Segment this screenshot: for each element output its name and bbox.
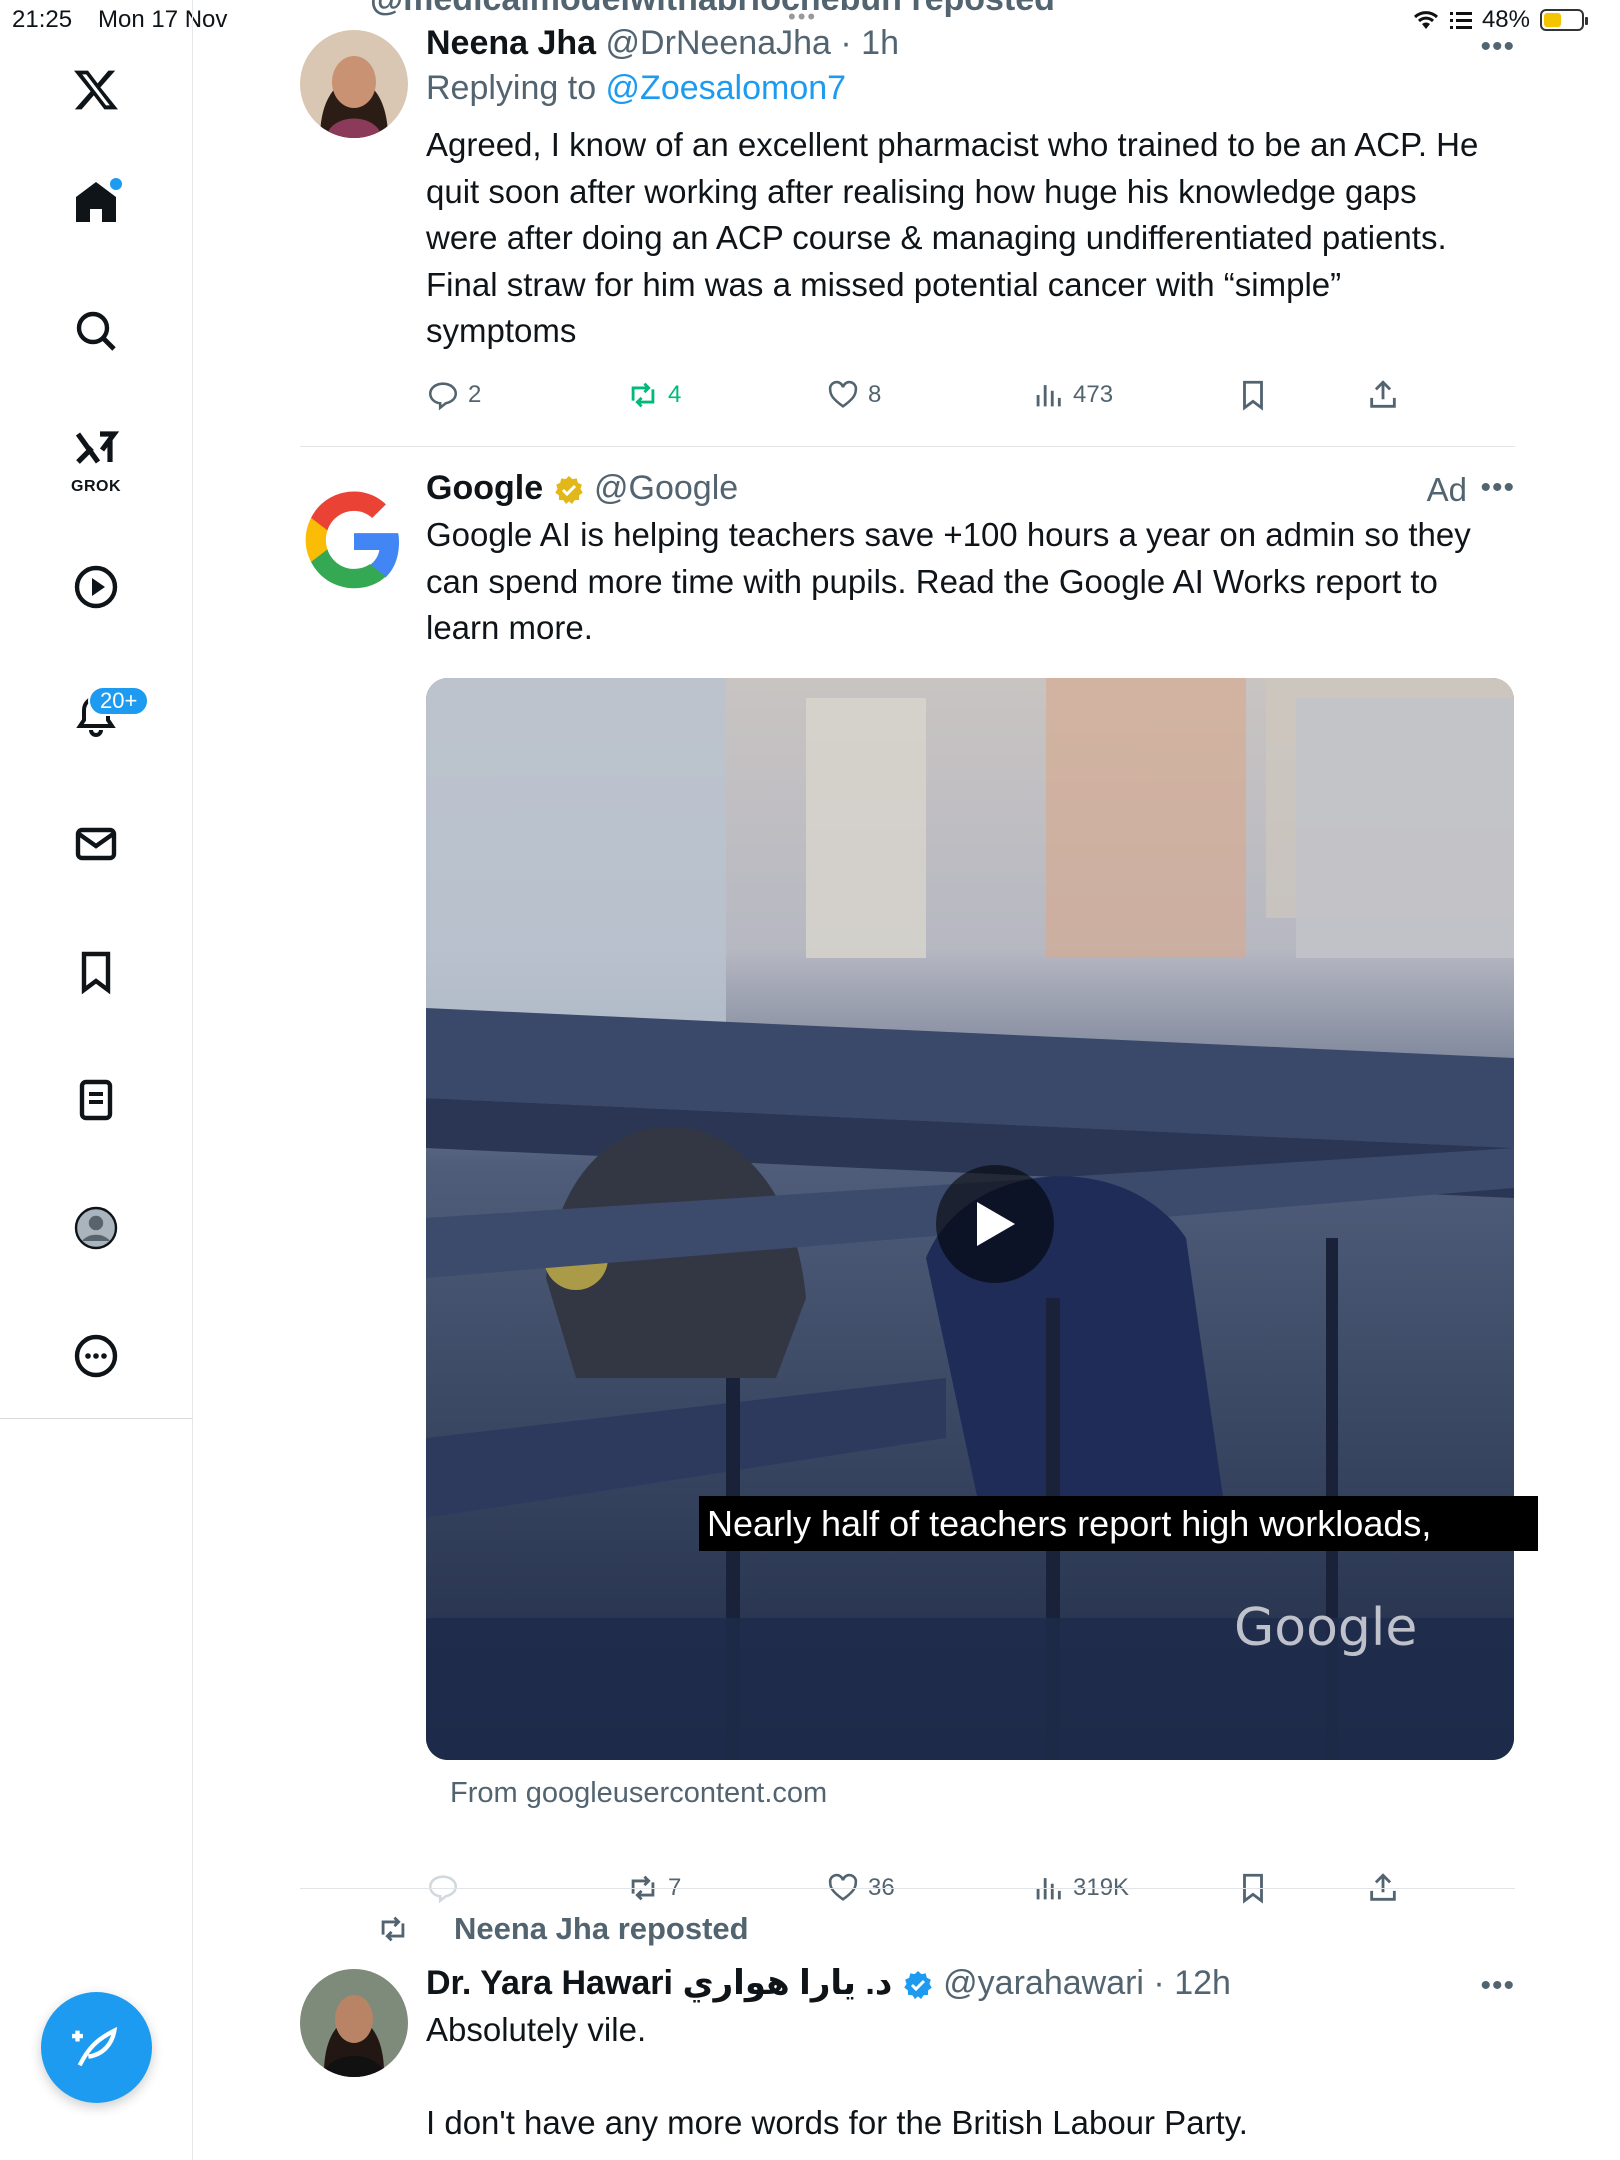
post-text-line: quit soon after working after realising … bbox=[426, 172, 1417, 210]
post-neena-jha[interactable]: Neena Jha @DrNeenaJha · 1h Replying to @… bbox=[300, 0, 1515, 447]
home-unread-dot bbox=[110, 178, 122, 190]
media-source[interactable]: From googleusercontent.com bbox=[450, 1777, 827, 1810]
author-handle[interactable]: @Google bbox=[594, 469, 738, 507]
video-play-icon[interactable] bbox=[66, 557, 126, 617]
post-time[interactable]: 1h bbox=[861, 24, 899, 62]
post-author-line: Neena Jha @DrNeenaJha · 1h bbox=[426, 24, 1514, 63]
repost-header: Neena Jha reposted bbox=[376, 1911, 749, 1947]
lists-icon[interactable] bbox=[66, 1070, 126, 1130]
author-name[interactable]: Neena Jha bbox=[426, 24, 596, 62]
post-more-icon[interactable]: ••• bbox=[1480, 30, 1515, 64]
post-text-line: I don't have any more words for the Brit… bbox=[426, 2103, 1248, 2141]
ad-label: Ad bbox=[1426, 471, 1467, 508]
meta-separator: · bbox=[1143, 1964, 1175, 2002]
author-name[interactable]: Dr. Yara Hawari د. يارا هواري bbox=[426, 1964, 892, 2002]
post-text: Absolutely vile. I don't have any more w… bbox=[426, 2007, 1514, 2146]
video-caption: Nearly half of teachers report high work… bbox=[699, 1496, 1538, 1551]
views-button[interactable]: 473 bbox=[1031, 378, 1113, 412]
reply-button[interactable]: 2 bbox=[426, 378, 481, 412]
post-text: Agreed, I know of an excellent pharmacis… bbox=[426, 122, 1514, 355]
repost-button[interactable]: 4 bbox=[626, 378, 681, 412]
post-text-line: Google AI is helping teachers save +100 … bbox=[426, 516, 1471, 553]
compose-post-button[interactable] bbox=[41, 1992, 152, 2103]
battery-icon bbox=[1540, 9, 1588, 31]
x-logo-icon[interactable] bbox=[66, 60, 126, 120]
share-button[interactable] bbox=[1366, 378, 1400, 412]
author-handle[interactable]: @yarahawari bbox=[943, 1964, 1144, 2002]
replying-to-link[interactable]: @Zoesalomon7 bbox=[606, 69, 847, 107]
heart-icon bbox=[828, 380, 858, 408]
avatar-yara-hawari[interactable] bbox=[300, 1969, 408, 2077]
views-count: 473 bbox=[1073, 381, 1114, 408]
home-icon[interactable] bbox=[66, 172, 126, 232]
post-author-line: Google @Google bbox=[426, 469, 1514, 508]
views-chart-icon bbox=[1036, 385, 1061, 407]
post-text-line: Absolutely vile. bbox=[426, 2011, 647, 2048]
video-watermark: Google bbox=[1234, 1598, 1418, 1658]
post-more-icon[interactable]: ••• bbox=[1480, 471, 1515, 505]
grok-icon[interactable] bbox=[66, 420, 126, 480]
replying-to-line: Replying to @Zoesalomon7 bbox=[426, 69, 1514, 108]
post-text-line: learn more. bbox=[426, 609, 593, 646]
post-text-line: Agreed, I know of an excellent pharmacis… bbox=[426, 126, 1479, 163]
post-more-icon[interactable]: ••• bbox=[1480, 1969, 1515, 2003]
repost-icon bbox=[631, 382, 655, 408]
post-text-line: were after doing an ACP course & managin… bbox=[426, 219, 1447, 256]
grok-label: GROK bbox=[71, 478, 121, 495]
repost-small-icon bbox=[381, 1916, 405, 1942]
bookmark-button[interactable] bbox=[1236, 378, 1270, 412]
author-handle[interactable]: @DrNeenaJha bbox=[606, 24, 831, 62]
like-count: 8 bbox=[868, 381, 882, 408]
avatar-neena-jha[interactable] bbox=[300, 30, 408, 138]
verified-gold-badge-icon bbox=[554, 476, 583, 505]
bookmarks-icon[interactable] bbox=[66, 942, 126, 1002]
post-yara-hawari[interactable]: Neena Jha reposted Dr. Yara Hawari د. يا… bbox=[300, 1889, 1515, 2160]
replying-to-label: Replying to bbox=[426, 69, 606, 107]
messages-envelope-icon[interactable] bbox=[66, 814, 126, 874]
repost-count: 4 bbox=[668, 381, 682, 408]
author-name[interactable]: Google bbox=[426, 469, 543, 507]
sidebar-divider bbox=[0, 1418, 193, 1419]
profile-avatar-icon[interactable] bbox=[66, 1198, 126, 1258]
post-actions: 2 4 8 473 bbox=[426, 378, 1426, 418]
play-icon bbox=[977, 1202, 1015, 1246]
share-icon bbox=[1370, 380, 1396, 408]
post-time[interactable]: 12h bbox=[1174, 1964, 1231, 2002]
compose-feather-icon bbox=[71, 2026, 117, 2066]
post-google-ad[interactable]: Google @Google Google AI is helping teac… bbox=[300, 447, 1538, 1904]
video-play-button[interactable] bbox=[936, 1165, 1054, 1283]
sidebar: GROK 20+ bbox=[0, 0, 193, 2160]
verified-blue-badge-icon bbox=[903, 1971, 932, 2000]
post-text: Google AI is helping teachers save +100 … bbox=[426, 512, 1514, 652]
meta-separator: · bbox=[830, 24, 862, 62]
google-logo-icon[interactable] bbox=[300, 487, 408, 595]
reposted-by-text[interactable]: Neena Jha reposted bbox=[454, 1911, 749, 1947]
reply-icon bbox=[428, 382, 458, 411]
post-text-line: symptoms bbox=[426, 312, 577, 349]
reply-count: 2 bbox=[468, 381, 482, 408]
notifications-badge: 20+ bbox=[88, 686, 150, 716]
search-icon[interactable] bbox=[66, 301, 126, 361]
post-text-line: Final straw for him was a missed potenti… bbox=[426, 265, 1342, 303]
more-options-icon[interactable] bbox=[66, 1326, 126, 1386]
like-button[interactable]: 8 bbox=[826, 378, 881, 412]
bookmark-icon bbox=[1243, 380, 1263, 411]
ad-video[interactable]: Google bbox=[426, 678, 1514, 1760]
post-author-line: Dr. Yara Hawari د. يارا هواري @yarahawar… bbox=[426, 1963, 1514, 2003]
post-text-line: can spend more time with pupils. Read th… bbox=[426, 562, 1438, 600]
